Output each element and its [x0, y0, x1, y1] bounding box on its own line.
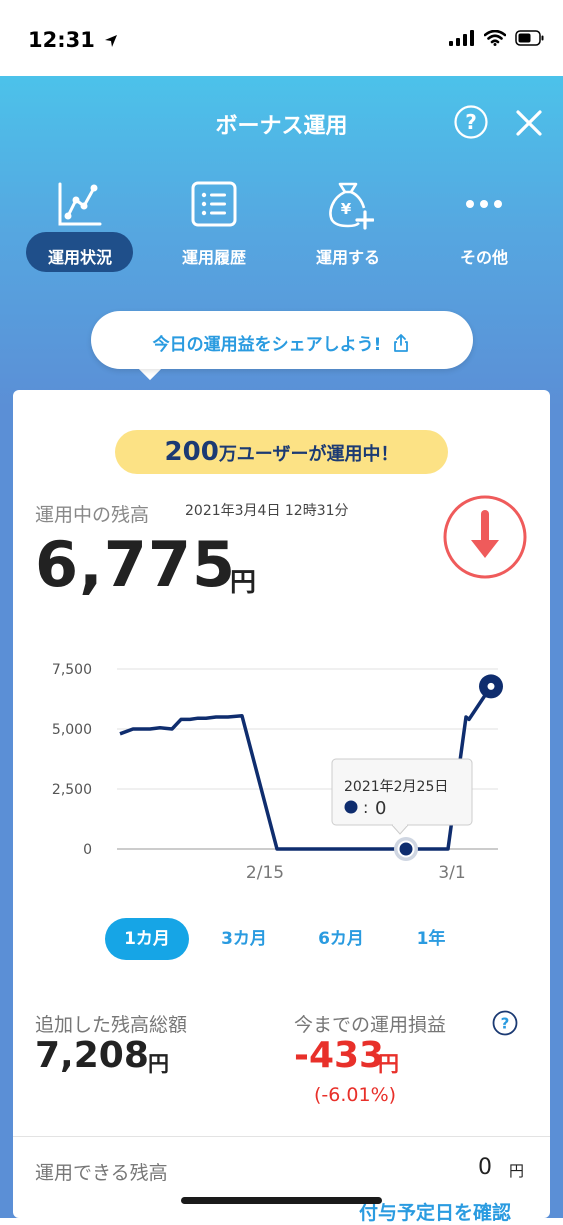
close-icon[interactable]: [514, 108, 544, 138]
nav-label-other: その他: [459, 248, 508, 267]
decrease-arrow-icon: [443, 495, 527, 579]
available-label: 運用できる残高: [35, 1162, 168, 1184]
period-tab-3m[interactable]: 3カ月: [204, 918, 284, 960]
chart-x-tick-label: 2/15: [246, 863, 284, 883]
chart-tooltip: 2021年2月25日 : 0: [331, 758, 473, 835]
status-bar: 12:31: [0, 0, 563, 76]
tooltip-separator: :: [363, 798, 368, 817]
home-indicator: [181, 1197, 382, 1204]
added-unit: 円: [148, 1052, 169, 1076]
available-value: 0: [478, 1155, 492, 1180]
location-arrow-icon: [105, 35, 118, 47]
balance-unit: 円: [230, 568, 257, 598]
nav-item-invest[interactable]: ¥ 運用する: [288, 170, 408, 270]
balance-chart[interactable]: 7,500 5,000 2,500 0 2/15 3/1 2021年2月25日 : 0: [20, 650, 540, 890]
chart-x-tick-label: 3/1: [438, 863, 465, 883]
nav-label-invest: 運用する: [315, 248, 380, 267]
period-tabs: 1カ月 3カ月 6カ月 1年: [0, 918, 563, 960]
users-count: 200: [164, 437, 219, 467]
tooltip-series-swatch: [344, 800, 358, 814]
nav-label-status: 運用状況: [47, 248, 112, 267]
period-tab-6m[interactable]: 6カ月: [301, 918, 381, 960]
chart-cursor-point[interactable]: [397, 840, 415, 858]
chart-y-tick-label: 7,500: [52, 662, 92, 678]
top-nav: 運用状況 運用履歴 ¥ 運用する その他: [0, 170, 563, 270]
line-chart-icon: [58, 182, 102, 226]
grant-date-link[interactable]: 付与予定日を確認: [359, 1198, 511, 1225]
period-tab-1m[interactable]: 1カ月: [105, 918, 189, 960]
period-tab-1y[interactable]: 1年: [398, 918, 464, 960]
wifi-icon: [484, 30, 506, 46]
pnl-unit: 円: [378, 1052, 399, 1076]
list-icon: [191, 181, 237, 227]
nav-item-history[interactable]: 運用履歴: [154, 170, 274, 270]
divider: [13, 1136, 550, 1137]
money-bag-plus-icon: ¥: [329, 182, 374, 230]
svg-text:¥: ¥: [341, 200, 352, 218]
pnl-value: -433: [294, 1035, 385, 1076]
svg-text:?: ?: [465, 110, 477, 134]
signal-icon: [449, 30, 474, 46]
share-text: 今日の運用益をシェアしよう!: [91, 330, 473, 355]
nav-label-history: 運用履歴: [181, 248, 246, 267]
pnl-help-icon[interactable]: ?: [492, 1010, 518, 1036]
chart-y-tick-label: 2,500: [52, 782, 92, 798]
svg-text:?: ?: [501, 1015, 510, 1033]
tooltip-date: 2021年2月25日: [344, 779, 448, 795]
help-icon[interactable]: ?: [454, 105, 488, 139]
balance-label: 運用中の残高: [35, 504, 150, 526]
users-text: 万ユーザーが運用中！: [218, 444, 399, 465]
chart-y-tick-label: 5,000: [52, 722, 92, 738]
balance-amount: 6,775: [35, 528, 237, 601]
tooltip-value: 0: [375, 798, 386, 819]
available-unit: 円: [509, 1162, 525, 1180]
share-icon: [394, 334, 409, 352]
balance-datetime: 2021年3月4日 12時31分: [185, 503, 349, 519]
added-value: 7,208: [35, 1035, 149, 1076]
chart-end-point: [479, 674, 503, 699]
chart-y-tick-label: 0: [83, 842, 92, 858]
more-dots-icon: [466, 200, 502, 208]
share-button[interactable]: 今日の運用益をシェアしよう!: [91, 311, 473, 369]
nav-item-status[interactable]: 運用状況: [20, 170, 140, 270]
pnl-percent: (-6.01%): [314, 1084, 397, 1106]
pnl-label: 今までの運用損益: [294, 1014, 447, 1036]
battery-icon: [515, 30, 544, 46]
status-time: 12:31: [28, 28, 118, 52]
users-badge: 200万ユーザーが運用中！: [115, 430, 448, 474]
nav-item-other[interactable]: その他: [424, 170, 544, 270]
added-label: 追加した残高総額: [35, 1014, 188, 1036]
